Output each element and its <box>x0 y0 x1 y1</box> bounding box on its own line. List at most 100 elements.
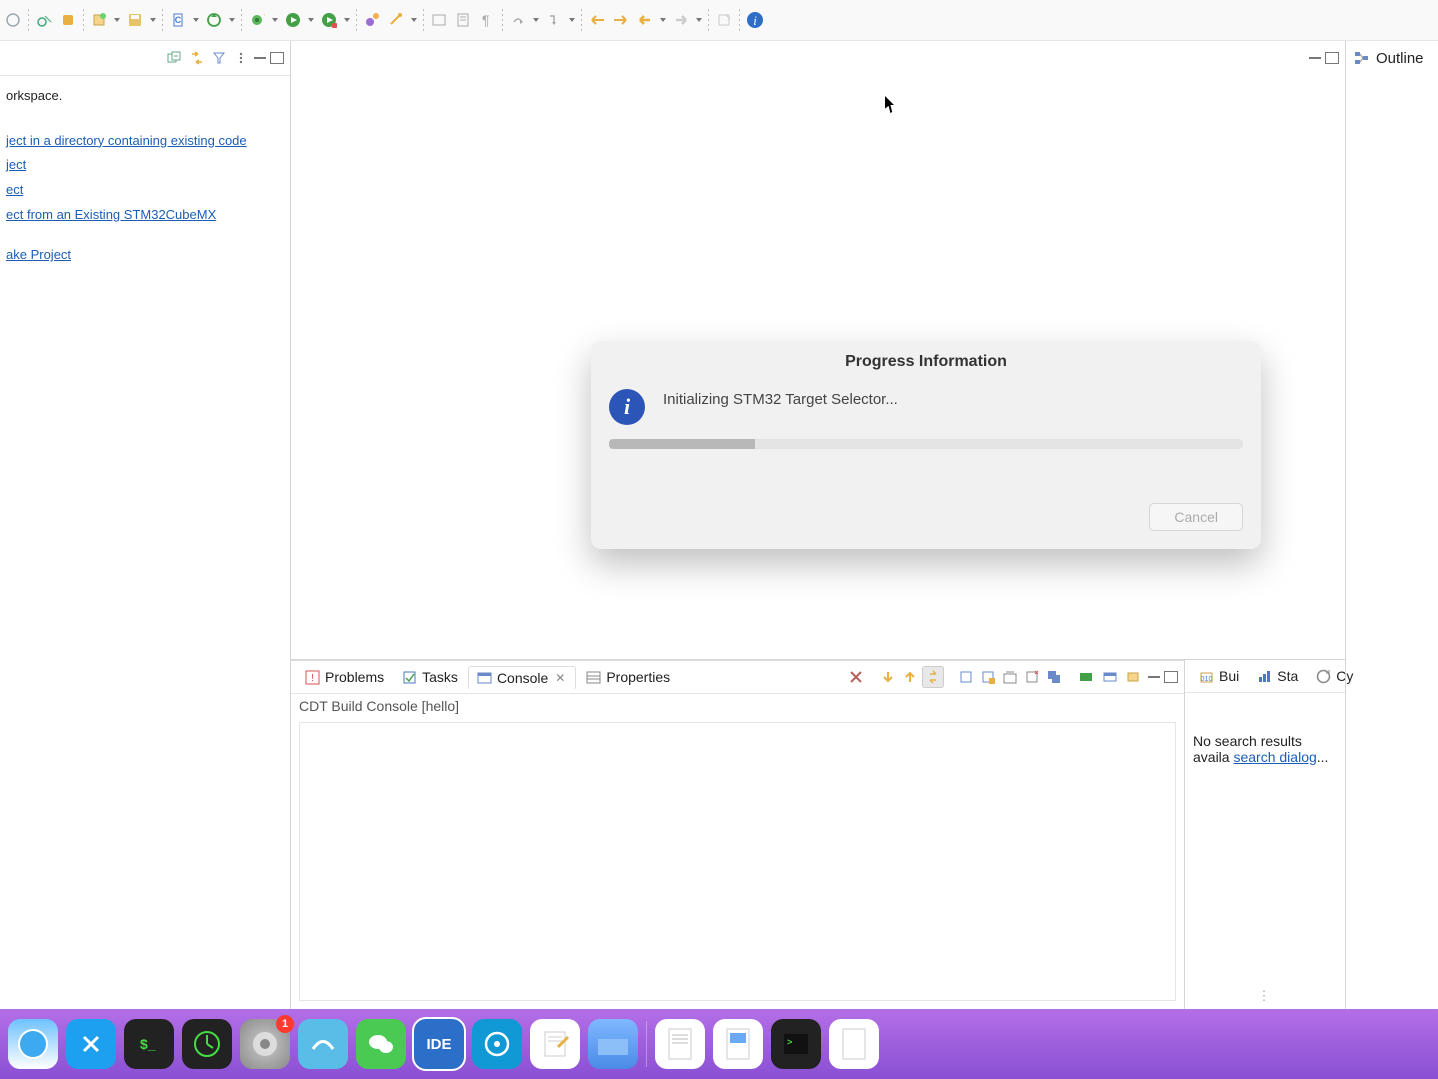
link-cubemx[interactable]: ect from an Existing STM32CubeMX <box>6 203 284 228</box>
link-make-project[interactable]: ake Project <box>6 243 284 268</box>
console-tool-1-icon[interactable] <box>956 667 976 687</box>
undo-history-icon[interactable] <box>586 9 608 31</box>
dock-terminal-2[interactable]: > <box>771 1019 821 1069</box>
debug-icon[interactable]: ★ <box>246 9 268 31</box>
debug-dropdown[interactable] <box>270 9 280 31</box>
build-config-dropdown[interactable] <box>191 9 201 31</box>
dock-file-3[interactable] <box>829 1019 879 1069</box>
separator <box>423 9 424 31</box>
pin-icon[interactable] <box>713 9 735 31</box>
console-output[interactable] <box>299 722 1176 1001</box>
new-console-icon[interactable] <box>1124 667 1144 687</box>
dock-safari[interactable] <box>8 1019 58 1069</box>
progress-fill <box>609 439 755 449</box>
cancel-button[interactable]: Cancel <box>1149 503 1243 531</box>
editor-minimize-icon[interactable] <box>1309 57 1321 59</box>
run-last-icon[interactable] <box>318 9 340 31</box>
dock-xcode[interactable] <box>66 1019 116 1069</box>
separator <box>502 9 503 31</box>
tab-problems[interactable]: ! Problems <box>297 666 392 688</box>
search-dialog-link[interactable]: search dialog <box>1233 749 1316 765</box>
tab-console[interactable]: Console ✕ <box>468 666 576 690</box>
tab-tasks[interactable]: Tasks <box>394 666 466 688</box>
search-dropdown[interactable] <box>409 9 419 31</box>
dock-app-2[interactable] <box>472 1019 522 1069</box>
dock-ide[interactable]: IDE <box>414 1019 464 1069</box>
nav-forward-dropdown[interactable] <box>694 9 704 31</box>
dock-file-1[interactable] <box>655 1019 705 1069</box>
open-console-icon[interactable] <box>1100 667 1120 687</box>
search-icon[interactable] <box>385 9 407 31</box>
separator <box>28 9 29 31</box>
link-project-2[interactable]: ect <box>6 178 284 203</box>
progress-dialog: Progress Information i Initializing STM3… <box>591 341 1261 549</box>
pin-console-icon[interactable] <box>1044 667 1064 687</box>
dock-terminal[interactable]: $_ <box>124 1019 174 1069</box>
maximize-icon[interactable] <box>270 52 284 64</box>
close-icon[interactable]: ✕ <box>553 671 567 685</box>
link-editor-icon[interactable] <box>188 49 206 67</box>
dock-wechat[interactable] <box>356 1019 406 1069</box>
collapse-all-icon[interactable] <box>166 49 184 67</box>
paragraph-icon[interactable]: ¶ <box>476 9 498 31</box>
badge: 1 <box>276 1015 294 1033</box>
stop-icon[interactable] <box>57 9 79 31</box>
dock-folder[interactable] <box>588 1019 638 1069</box>
new-dropdown[interactable] <box>112 9 122 31</box>
console-maximize-icon[interactable] <box>1164 671 1178 683</box>
build-all-icon[interactable] <box>203 9 225 31</box>
skip-breakpoints-icon[interactable] <box>33 9 55 31</box>
show-whitespace-icon[interactable] <box>452 9 474 31</box>
clear-console-icon[interactable] <box>1000 667 1020 687</box>
run-icon[interactable] <box>282 9 304 31</box>
dock-file-2[interactable] <box>713 1019 763 1069</box>
dock-app-1[interactable] <box>298 1019 348 1069</box>
terminate-icon[interactable] <box>846 667 866 687</box>
new-class-icon[interactable] <box>361 9 383 31</box>
link-existing-code[interactable]: ject in a directory containing existing … <box>6 129 284 154</box>
redo-history-icon[interactable] <box>610 9 632 31</box>
display-console-icon[interactable] <box>1076 667 1096 687</box>
toggle-block-icon[interactable] <box>428 9 450 31</box>
build-all-dropdown[interactable] <box>227 9 237 31</box>
info-icon[interactable]: i <box>744 9 766 31</box>
build-config-icon[interactable]: C <box>167 9 189 31</box>
perspective-icon[interactable] <box>2 9 24 31</box>
scroll-down-icon[interactable] <box>878 667 898 687</box>
view-menu-icon[interactable]: ⋮ <box>1258 988 1273 1003</box>
console-tool-2-icon[interactable] <box>978 667 998 687</box>
nav-back-icon[interactable] <box>634 9 656 31</box>
tab-properties[interactable]: Properties <box>578 666 678 688</box>
outline-icon <box>1354 50 1370 66</box>
save-icon[interactable] <box>124 9 146 31</box>
dock-textedit[interactable] <box>530 1019 580 1069</box>
view-menu-icon[interactable] <box>232 49 250 67</box>
step-over-dropdown[interactable] <box>531 9 541 31</box>
nav-forward-icon[interactable] <box>670 9 692 31</box>
dock-activity[interactable] <box>182 1019 232 1069</box>
minimize-icon[interactable] <box>254 57 266 59</box>
console-minimize-icon[interactable] <box>1148 676 1160 678</box>
scroll-up-icon[interactable] <box>900 667 920 687</box>
step-into-dropdown[interactable] <box>567 9 577 31</box>
dock-settings[interactable]: 1 <box>240 1019 290 1069</box>
dialog-info-icon: i <box>609 389 645 425</box>
link-project-1[interactable]: ject <box>6 153 284 178</box>
nav-back-dropdown[interactable] <box>658 9 668 31</box>
svg-text:010: 010 <box>1201 676 1213 683</box>
run-dropdown[interactable] <box>306 9 316 31</box>
console-view: ! Problems Tasks Console ✕ Properti <box>291 660 1184 1011</box>
step-into-icon[interactable] <box>543 9 565 31</box>
run-last-dropdown[interactable] <box>342 9 352 31</box>
console-icon <box>477 671 492 686</box>
remove-all-icon[interactable] <box>1022 667 1042 687</box>
step-over-icon[interactable] <box>507 9 529 31</box>
project-explorer-pane: orkspace. ject in a directory containing… <box>0 41 291 1010</box>
editor-maximize-icon[interactable] <box>1325 52 1339 64</box>
save-dropdown[interactable] <box>148 9 158 31</box>
filter-icon[interactable] <box>210 49 228 67</box>
scroll-lock-icon[interactable] <box>922 666 944 688</box>
tab-static[interactable]: Sta <box>1249 665 1306 687</box>
new-icon[interactable] <box>88 9 110 31</box>
tab-build[interactable]: 010 Bui <box>1191 665 1247 687</box>
